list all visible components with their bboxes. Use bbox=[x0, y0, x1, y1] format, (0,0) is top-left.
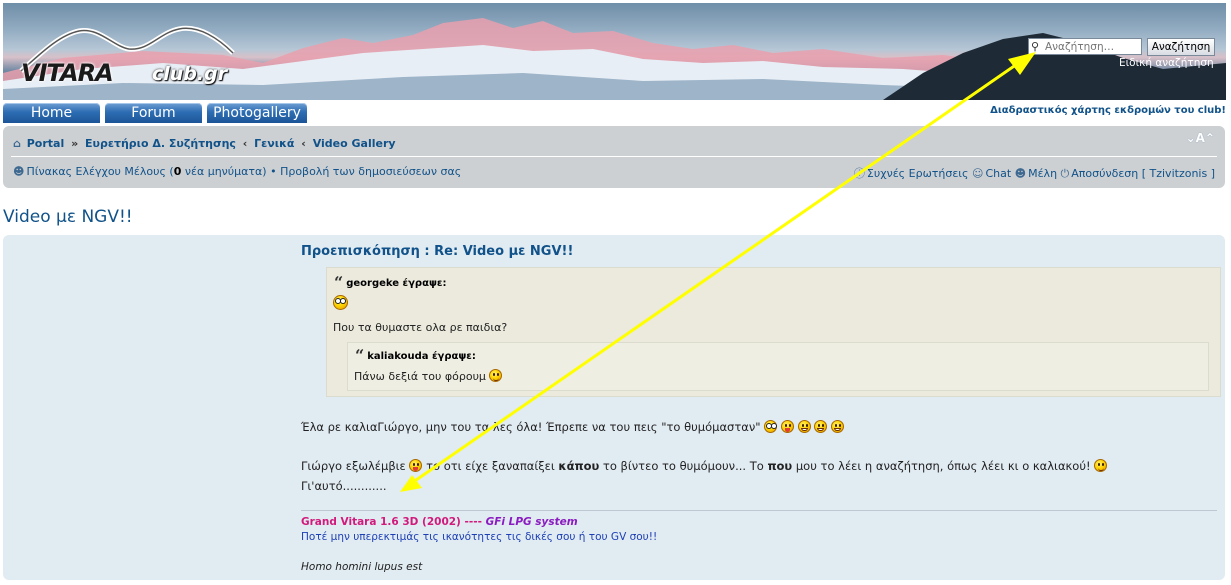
breadcrumb-separator: » bbox=[71, 137, 79, 150]
members-icon: ☻ bbox=[1014, 167, 1027, 180]
breadcrumb-panel: ⌂ Portal » Ευρετήριο Δ. Συζήτησης ‹ Γενι… bbox=[3, 126, 1225, 188]
chat-icon: ☺ bbox=[971, 167, 984, 180]
post-body-bold: κάπου bbox=[558, 459, 600, 473]
faq-icon: ⓘ bbox=[853, 167, 865, 180]
search-icon: ⚲ bbox=[1031, 40, 1040, 53]
search-input[interactable] bbox=[1045, 39, 1141, 54]
laugh-smiley-icon bbox=[797, 420, 811, 433]
home-icon: ⌂ bbox=[13, 137, 21, 150]
signature-car-model: Grand Vitara 1.6 3D (2002) ---- bbox=[301, 516, 486, 528]
post-body-text: το βίντεο το θυμόμουν... Το bbox=[599, 459, 768, 473]
quote-text: Που τα θυμαστε ολα ρε παιδια? bbox=[333, 321, 508, 334]
breadcrumb-video-gallery[interactable]: Video Gallery bbox=[313, 137, 396, 150]
preview-heading: Προεπισκόπηση : Re: Video με NGV!! bbox=[301, 244, 574, 259]
nav-forum-button[interactable]: Forum bbox=[105, 103, 202, 123]
post-body-text: Γιώργο εξωλέμβιε bbox=[301, 459, 406, 473]
wink-smiley-icon bbox=[489, 369, 503, 382]
wink-smiley-icon bbox=[1094, 459, 1108, 472]
chat-link[interactable]: Chat bbox=[985, 167, 1011, 180]
search-field[interactable]: ⚲ bbox=[1028, 38, 1142, 55]
cool-smiley-icon bbox=[764, 420, 778, 433]
topic-title[interactable]: Video με NGV!! bbox=[3, 207, 133, 227]
logo-text-vitara: VITARA bbox=[21, 59, 114, 87]
user-control-links: ☻ Πίνακας Ελέγχου Μέλους (0 νέα μηνύματα)… bbox=[13, 165, 461, 178]
post-body-line-1: Έλα ρε καλιαΓιώργο, μην του τα λες όλα! … bbox=[301, 420, 844, 434]
breadcrumb: ⌂ Portal » Ευρετήριο Δ. Συζήτησης ‹ Γενι… bbox=[13, 137, 396, 150]
laugh-smiley-icon bbox=[830, 420, 844, 433]
user-menu-right: ⓘ Συχνές Ερωτήσεις ☺ Chat ☻ Μέλη ⏻ Αποσύνδεσ… bbox=[854, 165, 1215, 181]
breadcrumb-index[interactable]: Ευρετήριο Δ. Συζήτησης bbox=[85, 137, 236, 150]
user-control-panel-link[interactable]: Πίνακας Ελέγχου Μέλους (0 νέα μηνύματα) bbox=[26, 165, 266, 178]
site-logo[interactable]: VITARA club.gr bbox=[19, 25, 249, 95]
post-body-line-2: Γιώργο εξωλέμβιε το οτι είχε ξαναπαίξει … bbox=[301, 459, 1108, 473]
tongue-smiley-icon bbox=[780, 420, 794, 433]
ucp-label-suffix: νέα μηνύματα) bbox=[181, 165, 267, 178]
post-body-text: το οτι είχε ξαναπαίξει bbox=[422, 459, 559, 473]
signature-divider bbox=[301, 510, 1217, 511]
quote-mark-icon: “ bbox=[334, 273, 344, 292]
nav-home-button[interactable]: Home bbox=[3, 103, 100, 123]
post-body-bold: που bbox=[767, 459, 793, 473]
breadcrumb-separator: ‹ bbox=[242, 137, 248, 150]
search-button[interactable]: Αναζήτηση bbox=[1147, 38, 1215, 56]
smiley-eek bbox=[333, 295, 348, 311]
quote-author-label: kaliakouda έγραψε: bbox=[367, 351, 476, 362]
breadcrumb-divider bbox=[11, 156, 1217, 157]
ucp-label-prefix: Πίνακας Ελέγχου Μέλους ( bbox=[26, 165, 174, 178]
advanced-search-link[interactable]: Ειδική αναζήτηση bbox=[1119, 57, 1214, 69]
view-your-posts-link[interactable]: Προβολή των δημοσιεύσεων σας bbox=[280, 165, 461, 178]
nav-photogallery-button[interactable]: Photogallery bbox=[207, 103, 307, 123]
breadcrumb-separator: ‹ bbox=[301, 137, 306, 150]
quote-author-label: georgeke έγραψε: bbox=[346, 278, 447, 289]
signature-latin-quote: Homo homini lupus est bbox=[301, 561, 423, 573]
quote-author: “georgeke έγραψε: bbox=[334, 275, 447, 291]
nested-quote-block: “kaliakouda έγραψε: Πάνω δεξιά του φόρου… bbox=[347, 342, 1209, 391]
font-size-toggle[interactable]: ⌄A⌃ bbox=[1186, 131, 1215, 145]
logout-icon: ⏻ bbox=[1060, 167, 1070, 180]
shocked-smiley-icon bbox=[333, 295, 348, 310]
bullet-separator: • bbox=[266, 165, 281, 178]
post-body-line-3: Γι'αυτό............ bbox=[301, 479, 387, 493]
nested-quote-body: Πάνω δεξιά του φόρουμ bbox=[354, 370, 486, 383]
quote-block: “georgeke έγραψε: Που τα θυμαστε ολα ρε … bbox=[326, 267, 1221, 397]
logout-link[interactable]: Αποσύνδεση [ Tzivitzonis ] bbox=[1071, 167, 1215, 180]
user-panel-icon: ☻ bbox=[13, 165, 25, 178]
nested-quote-text: Πάνω δεξιά του φόρουμ bbox=[354, 369, 503, 383]
tongue-smiley-icon bbox=[409, 459, 423, 472]
quote-mark-icon: “ bbox=[355, 346, 365, 365]
members-link[interactable]: Μέλη bbox=[1028, 167, 1057, 180]
post-body-text: μου το λέει η αναζήτηση, όπως λέει κι ο … bbox=[792, 459, 1091, 473]
breadcrumb-portal[interactable]: Portal bbox=[27, 137, 65, 150]
quote-author: “kaliakouda έγραψε: bbox=[355, 348, 476, 364]
laugh-smiley-icon bbox=[814, 420, 828, 433]
signature-car: Grand Vitara 1.6 3D (2002) ---- GFi LPG … bbox=[301, 516, 578, 528]
interactive-map-link[interactable]: Διαδραστικός χάρτης εκδρομών του club! bbox=[990, 105, 1226, 116]
post-preview-panel: Προεπισκόπηση : Re: Video με NGV!! “geor… bbox=[3, 235, 1225, 580]
breadcrumb-general[interactable]: Γενικά bbox=[254, 137, 294, 150]
logo-text-club: club.gr bbox=[152, 63, 228, 85]
signature-motto: Ποτέ μην υπερεκτιμάς τις ικανότητες τις … bbox=[301, 531, 658, 543]
post-body-text: Έλα ρε καλιαΓιώργο, μην του τα λες όλα! … bbox=[301, 420, 761, 434]
faq-link[interactable]: Συχνές Ερωτήσεις bbox=[867, 167, 969, 180]
signature-car-lpg: GFi LPG system bbox=[485, 516, 578, 528]
